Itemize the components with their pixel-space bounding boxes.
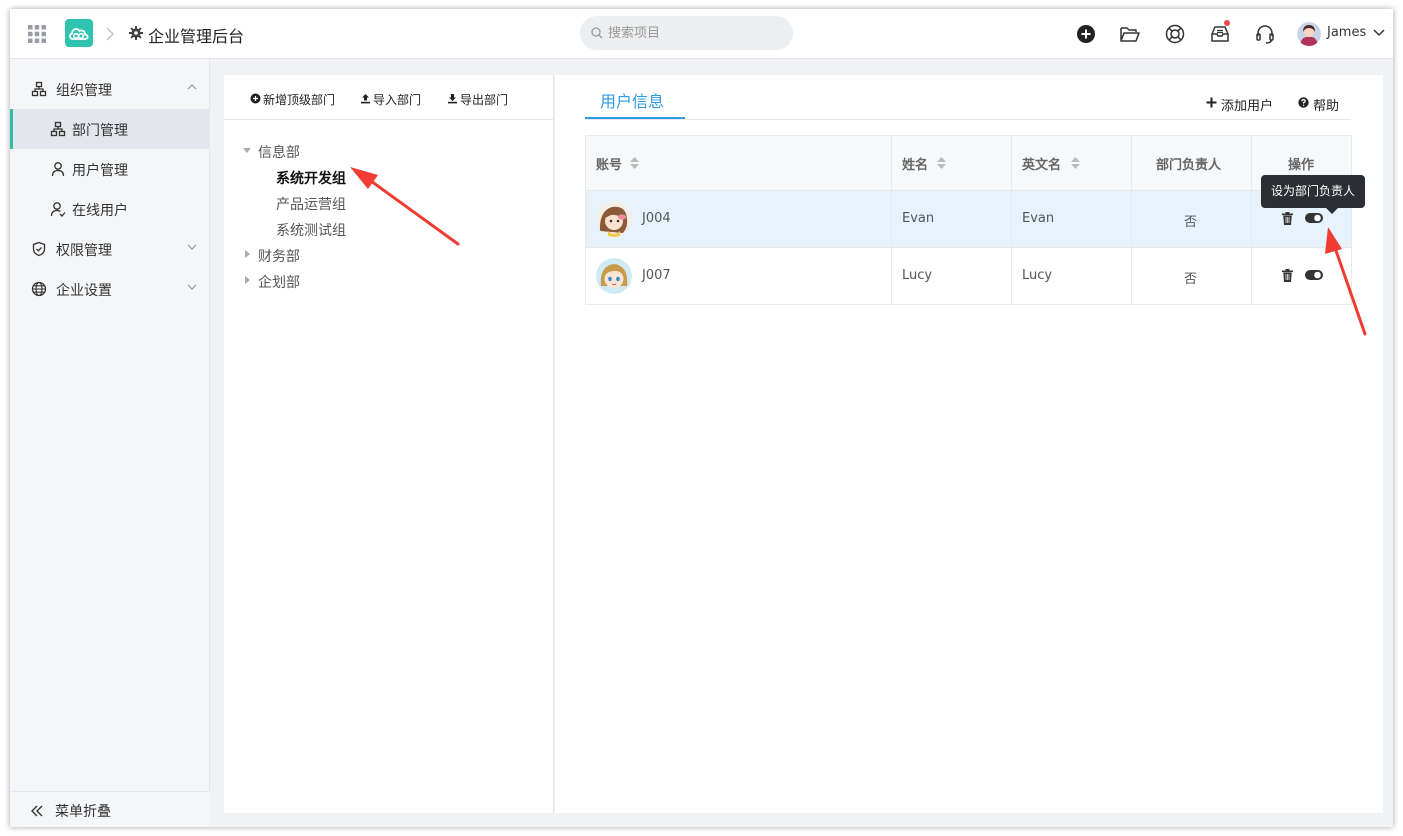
- caret-down-icon[interactable]: [243, 148, 251, 154]
- trash-icon[interactable]: [1282, 269, 1293, 282]
- chevron-down-icon[interactable]: [1373, 29, 1385, 37]
- org-chart-icon: [50, 121, 66, 137]
- headset-icon[interactable]: [1254, 23, 1276, 45]
- sidebar: 组织管理 部门管理 用户管理 在线用户 权限管理 企业设置 菜单折叠: [10, 59, 210, 827]
- cell-account: J004: [586, 191, 892, 248]
- plus-circle-icon: [250, 93, 261, 104]
- sidebar-item-users[interactable]: 用户管理: [10, 149, 210, 189]
- table-row[interactable]: J004 Evan Evan 否: [586, 191, 1351, 248]
- cell-dept-leader: 否: [1132, 191, 1252, 248]
- sidebar-item-permission[interactable]: 权限管理: [10, 229, 210, 269]
- table-row[interactable]: J007 Lucy Lucy 否: [586, 248, 1351, 305]
- cell-name: Lucy: [892, 248, 1012, 305]
- shield-check-icon: [32, 241, 46, 257]
- search-input[interactable]: [608, 23, 783, 43]
- user-name[interactable]: James: [1327, 25, 1366, 40]
- tree-node-dev-group[interactable]: 系统开发组: [276, 168, 346, 188]
- user-info-panel: 用户信息 添加用户 帮助 账号 姓名 英文名 部门负责人 操作 J004 Eva…: [555, 75, 1383, 813]
- toggle-icon[interactable]: [1305, 213, 1323, 223]
- chevron-down-icon: [187, 244, 197, 250]
- cloud-logo[interactable]: [65, 19, 93, 47]
- cell-english-name: Evan: [1012, 191, 1132, 248]
- tree-node-info-dept[interactable]: 信息部: [258, 142, 300, 162]
- sort-icon[interactable]: [1071, 157, 1080, 169]
- user-avatar: [596, 258, 632, 294]
- folder-open-icon[interactable]: [1119, 23, 1141, 45]
- sidebar-item-settings[interactable]: 企业设置: [10, 269, 210, 309]
- caret-right-icon[interactable]: [245, 276, 251, 284]
- tree-node-ops-group[interactable]: 产品运营组: [276, 194, 346, 214]
- cell-dept-leader: 否: [1132, 248, 1252, 305]
- column-header-dept-leader: 部门负责人: [1132, 136, 1252, 191]
- chevron-right-icon: [106, 27, 115, 41]
- gear-icon: [129, 26, 143, 40]
- toggle-icon[interactable]: [1305, 270, 1323, 280]
- column-header-english-name[interactable]: 英文名: [1012, 136, 1132, 191]
- cell-actions: [1252, 248, 1351, 305]
- user-online-icon: [50, 202, 66, 217]
- sidebar-item-dept[interactable]: 部门管理: [10, 109, 210, 149]
- tree-toolbar: 新增顶级部门 导入部门 导出部门: [224, 75, 554, 120]
- inbox-icon[interactable]: [1209, 23, 1231, 45]
- sidebar-item-online[interactable]: 在线用户: [10, 189, 210, 229]
- notification-dot: [1224, 20, 1230, 26]
- plus-icon: [1206, 97, 1217, 108]
- tree-node-planning-dept[interactable]: 企划部: [258, 272, 300, 292]
- help-circle-icon: [1298, 97, 1309, 108]
- menu-collapse-button[interactable]: 菜单折叠: [10, 791, 210, 827]
- cell-english-name: Lucy: [1012, 248, 1132, 305]
- menu-collapse-label: 菜单折叠: [55, 804, 111, 820]
- tab-user-info[interactable]: 用户信息: [600, 88, 664, 112]
- org-chart-icon: [31, 81, 47, 97]
- top-bar: 企业管理后台 搜索项目 James: [10, 9, 1393, 59]
- chevron-down-icon: [187, 284, 197, 290]
- chevron-up-icon: [187, 84, 197, 90]
- user-avatar[interactable]: [1297, 22, 1321, 46]
- cell-account: J007: [586, 248, 892, 305]
- app-window: 企业管理后台 搜索项目 James 组织管理 部门管理 用户管理 在线用户 权限…: [10, 9, 1393, 827]
- sidebar-item-org[interactable]: 组织管理: [10, 69, 210, 109]
- tooltip-arrow: [1326, 208, 1338, 214]
- tree-node-test-group[interactable]: 系统测试组: [276, 220, 346, 240]
- cell-name: Evan: [892, 191, 1012, 248]
- tab-divider: [585, 119, 1351, 120]
- user-avatar: [596, 201, 632, 237]
- globe-icon: [31, 281, 47, 297]
- table-header: 账号 姓名 英文名 部门负责人 操作: [586, 136, 1351, 191]
- double-chevron-left-icon: [31, 805, 43, 817]
- sort-icon[interactable]: [937, 157, 946, 169]
- upload-icon: [361, 94, 370, 104]
- lifebuoy-icon[interactable]: [1164, 23, 1186, 45]
- department-tree-panel: 新增顶级部门 导入部门 导出部门 信息部 系统开发组 产品运营组 系统测试组 财…: [224, 75, 554, 813]
- column-header-account[interactable]: 账号: [586, 136, 892, 191]
- column-header-name[interactable]: 姓名: [892, 136, 1012, 191]
- caret-right-icon[interactable]: [245, 250, 251, 258]
- user-icon: [51, 162, 65, 177]
- trash-icon[interactable]: [1282, 212, 1293, 225]
- user-table: 账号 姓名 英文名 部门负责人 操作 J004 Evan Evan 否 J007…: [585, 135, 1352, 305]
- app-title: 企业管理后台: [148, 27, 245, 46]
- download-icon: [448, 94, 457, 104]
- search-icon: [591, 27, 603, 39]
- apps-grid-icon[interactable]: [28, 25, 46, 43]
- tooltip: 设为部门负责人: [1261, 175, 1365, 208]
- search-box[interactable]: [580, 16, 793, 50]
- tree-node-finance-dept[interactable]: 财务部: [258, 246, 300, 266]
- sort-icon[interactable]: [630, 157, 639, 169]
- plus-circle-icon[interactable]: [1075, 23, 1097, 45]
